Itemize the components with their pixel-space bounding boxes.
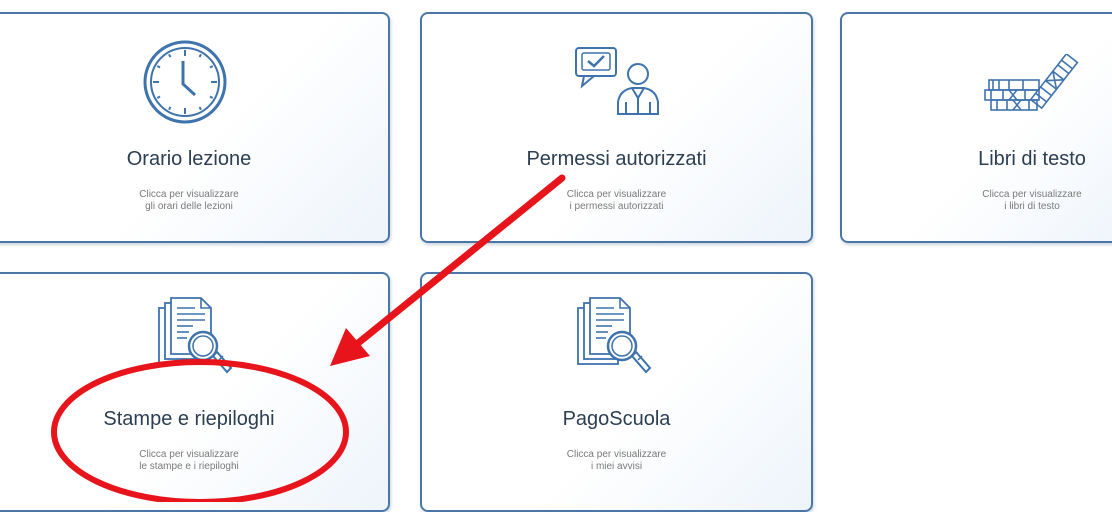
card-description: Clicca per visualizzare gli orari delle … xyxy=(139,189,239,212)
card-libri-di-testo[interactable]: Libri di testo Clicca per visualizzare i… xyxy=(840,12,1112,243)
card-description: Clicca per visualizzare le stampe e i ri… xyxy=(139,449,239,472)
clock-icon xyxy=(143,40,227,124)
documents-magnifier-icon xyxy=(158,297,233,374)
card-pagoscuola[interactable]: PagoScuola Clicca per visualizzare i mie… xyxy=(420,272,813,512)
card-orario-lezione[interactable]: Orario lezione Clicca per visualizzare g… xyxy=(0,12,390,243)
books-icon xyxy=(984,54,1079,111)
approved-permission-person-icon xyxy=(575,47,659,115)
card-description: Clicca per visualizzare i permessi autor… xyxy=(566,189,667,212)
card-permessi-autorizzati[interactable]: Permessi autorizzati Clicca per visualiz… xyxy=(420,12,813,243)
card-title: Orario lezione xyxy=(126,148,252,170)
card-title: Libri di testo xyxy=(978,148,1086,170)
card-stampe-e-riepiloghi[interactable]: Stampe e riepiloghi Clicca per visualizz… xyxy=(0,272,390,512)
documents-magnifier-icon xyxy=(577,297,652,374)
card-title: PagoScuola xyxy=(562,408,671,430)
card-title: Stampe e riepiloghi xyxy=(103,408,275,430)
card-title: Permessi autorizzati xyxy=(526,148,707,170)
card-description: Clicca per visualizzare i miei avvisi xyxy=(566,449,667,472)
card-description: Clicca per visualizzare i libri di testo xyxy=(982,189,1082,212)
